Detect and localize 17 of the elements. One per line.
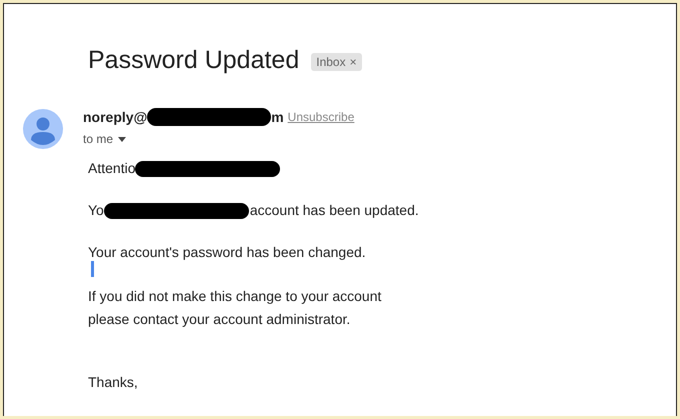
remove-label-button[interactable]: × — [350, 54, 357, 68]
body-text: Yo — [88, 201, 104, 220]
avatar-icon — [23, 109, 63, 149]
email-subject: Password Updated — [88, 46, 300, 75]
body-text: please contact your account administrator. — [88, 310, 350, 329]
recipient-text: to me — [83, 132, 114, 146]
body-text: Attentio — [88, 159, 136, 178]
body-text: If you did not make this change to your account — [88, 287, 382, 306]
sender-address: m — [271, 109, 284, 125]
sender-address: noreply@ — [83, 109, 148, 125]
unsubscribe-link[interactable]: Unsubscribe — [288, 110, 354, 124]
label-text: Inbox — [316, 54, 346, 68]
body-text: account has been updated. — [250, 201, 419, 220]
body-text: Your account's password has been changed. — [88, 243, 366, 262]
caret-icon[interactable] — [118, 136, 126, 142]
text-cursor — [91, 261, 94, 277]
body-text: Thanks, — [88, 373, 138, 392]
